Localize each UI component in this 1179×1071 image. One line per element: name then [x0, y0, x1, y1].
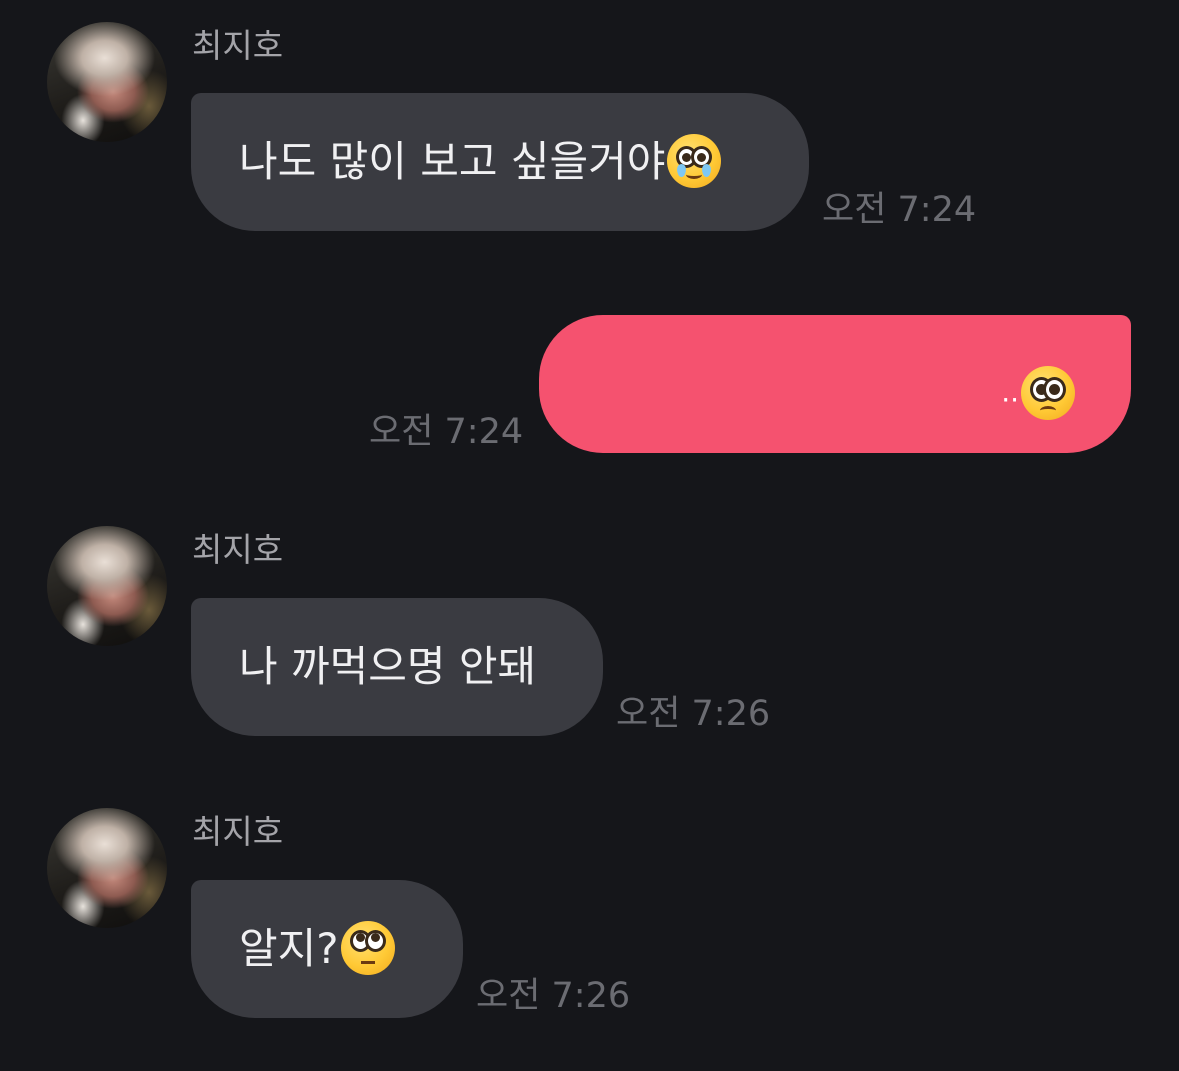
outgoing-message-bubble[interactable]: .. [539, 315, 1131, 453]
message-timestamp: 오전 7:24 [369, 412, 524, 452]
sender-name: 최지호 [192, 530, 284, 569]
message-text: 알지? [239, 924, 339, 973]
face-holding-back-tears-icon [667, 133, 722, 188]
face-with-rolling-eyes-icon [340, 920, 395, 975]
sender-avatar[interactable] [47, 22, 167, 142]
incoming-message-bubble[interactable]: 알지? [191, 880, 463, 1018]
message-text: .. [1001, 375, 1019, 409]
message-text: 나 까먹으명 안돼 [239, 642, 537, 691]
message-text: 나도 많이 보고 싶을거야 [239, 137, 666, 186]
sender-avatar[interactable] [47, 808, 167, 928]
message-timestamp: 오전 7:24 [822, 190, 977, 230]
sender-name: 최지호 [192, 812, 284, 851]
message-timestamp: 오전 7:26 [476, 976, 631, 1016]
sender-avatar[interactable] [47, 526, 167, 646]
sender-name: 최지호 [192, 26, 284, 65]
message-timestamp: 오전 7:26 [616, 694, 771, 734]
incoming-message-bubble[interactable]: 나도 많이 보고 싶을거야 [191, 93, 809, 231]
pleading-face-icon [1021, 365, 1075, 420]
incoming-message-bubble[interactable]: 나 까먹으명 안돼 [191, 598, 603, 736]
